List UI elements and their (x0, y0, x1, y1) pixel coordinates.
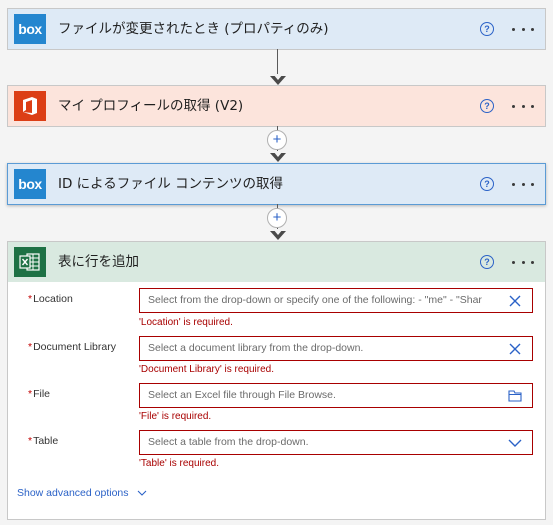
step-header[interactable]: box ID によるファイル コンテンツの取得 ? (8, 164, 545, 204)
step-title: マイ プロフィールの取得 (V2) (58, 98, 244, 114)
table-placeholder: Select a table from the drop-down. (148, 436, 309, 448)
help-icon[interactable]: ? (480, 22, 494, 36)
connector-line (277, 49, 278, 77)
document-library-input[interactable]: Select a document library from the drop-… (139, 336, 533, 361)
help-icon[interactable]: ? (480, 255, 494, 269)
step-card-get-profile[interactable]: マイ プロフィールの取得 (V2) ? (7, 85, 546, 127)
table-select[interactable]: Select a table from the drop-down. (139, 430, 533, 455)
show-advanced-options-link[interactable]: Show advanced options (17, 487, 147, 499)
box-logo: box (14, 169, 46, 199)
location-label: *Location (28, 293, 73, 305)
step-card-file-changed[interactable]: box ファイルが変更されたとき (プロパティのみ) ? (7, 8, 546, 50)
arrow-down-icon (270, 74, 286, 85)
location-error: 'Location' is required. (139, 317, 233, 328)
excel-logo (14, 247, 46, 277)
location-input[interactable]: Select from the drop-down or specify one… (139, 288, 533, 313)
file-placeholder: Select an Excel file through File Browse… (148, 389, 336, 401)
file-error: 'File' is required. (139, 411, 212, 422)
step-header[interactable]: box ファイルが変更されたとき (プロパティのみ) ? (8, 9, 545, 49)
box-logo-text: box (18, 21, 42, 37)
step-title: 表に行を追加 (58, 254, 139, 270)
step-header[interactable]: マイ プロフィールの取得 (V2) ? (8, 86, 545, 126)
clear-icon[interactable] (508, 294, 522, 308)
step-card-get-file-content[interactable]: box ID によるファイル コンテンツの取得 ? (7, 163, 546, 205)
office-logo (14, 91, 46, 121)
add-step-button[interactable]: + (267, 208, 287, 228)
step-title: ファイルが変更されたとき (プロパティのみ) (58, 21, 329, 37)
step-card-add-row[interactable]: 表に行を追加 ? *Location Select from the drop-… (7, 241, 546, 520)
box-logo-text: box (18, 176, 42, 192)
help-icon[interactable]: ? (480, 99, 494, 113)
office-icon (23, 97, 37, 115)
clear-icon[interactable] (508, 342, 522, 356)
help-icon[interactable]: ? (480, 177, 494, 191)
file-input[interactable]: Select an Excel file through File Browse… (139, 383, 533, 408)
document-library-error: 'Document Library' is required. (139, 364, 274, 375)
location-placeholder: Select from the drop-down or specify one… (148, 294, 482, 306)
arrow-down-icon (270, 151, 286, 162)
step-form: *Location Select from the drop-down or s… (8, 282, 545, 519)
arrow-down-icon (270, 229, 286, 240)
document-library-placeholder: Select a document library from the drop-… (148, 342, 364, 354)
table-label: *Table (28, 435, 59, 447)
box-logo: box (14, 14, 46, 44)
table-error: 'Table' is required. (139, 458, 219, 469)
excel-icon (19, 253, 40, 271)
more-options-icon[interactable] (512, 19, 534, 39)
folder-icon[interactable] (508, 389, 522, 403)
add-step-button[interactable]: + (267, 130, 287, 150)
step-header[interactable]: 表に行を追加 ? (8, 242, 545, 282)
document-library-label: *Document Library (28, 341, 116, 353)
more-options-icon[interactable] (512, 252, 534, 272)
chevron-down-icon[interactable] (508, 436, 522, 450)
file-label: *File (28, 388, 51, 400)
more-options-icon[interactable] (512, 96, 534, 116)
chevron-down-icon (138, 490, 147, 496)
step-title: ID によるファイル コンテンツの取得 (58, 176, 284, 192)
more-options-icon[interactable] (512, 174, 534, 194)
